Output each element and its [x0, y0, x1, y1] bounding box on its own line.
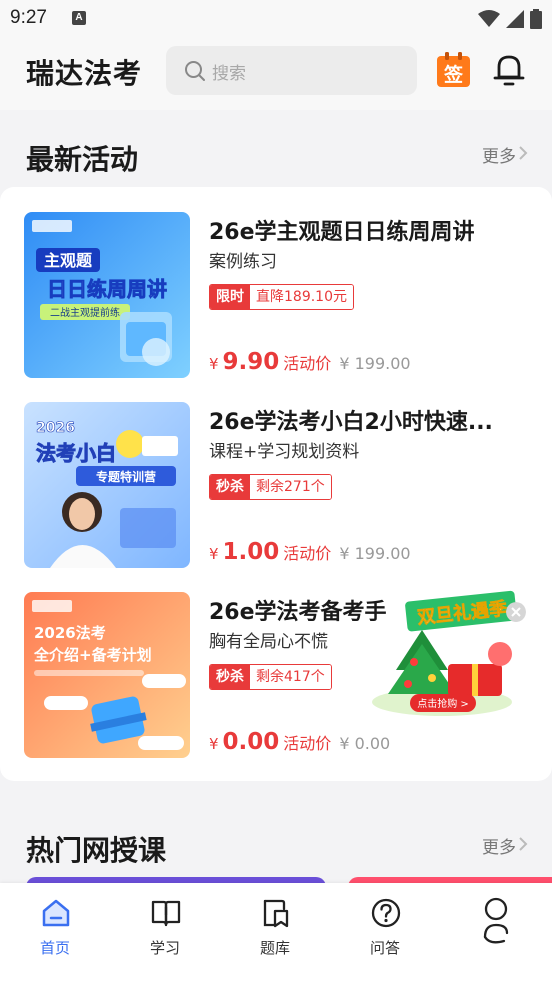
thumb-line2: 法考小白 [36, 441, 116, 465]
sign-label: 签 [443, 63, 464, 86]
tag-type: 限时 [210, 285, 250, 309]
tab-label: 问答 [369, 939, 400, 957]
activity-title: 26e学法考小白2小时快速... [209, 410, 493, 435]
promo-tag: 秒杀 剩余271个 [209, 474, 332, 500]
tag-detail: 剩余271个 [250, 475, 331, 499]
notification-icon: A [72, 11, 86, 25]
status-bar: 9:27 A [0, 0, 552, 36]
activity-price: 1.00 [222, 539, 280, 565]
thumb-line2: 全介绍+备考计划 [33, 646, 152, 664]
battery-icon [530, 9, 542, 29]
tab-qa[interactable]: 问答 [330, 883, 440, 973]
currency-symbol: ¥ [209, 545, 219, 563]
promo-tag: 限时 直降189.10元 [209, 284, 354, 310]
app-header: 瑞达法考 搜索 签 [0, 36, 552, 110]
close-icon[interactable] [506, 602, 526, 622]
activity-thumbnail: 2026法考 全介绍+备考计划 [24, 592, 190, 758]
tab-label: 学习 [149, 939, 180, 957]
price-label: 活动价 [283, 354, 332, 373]
tab-question-bank[interactable]: 题库 [220, 883, 330, 973]
tab-label: 题库 [259, 939, 290, 957]
original-price: ¥ 199.00 [339, 544, 411, 563]
search-placeholder: 搜索 [212, 64, 246, 84]
tag-detail: 剩余417个 [250, 665, 331, 689]
thumb-line1: 主观题 [44, 251, 93, 270]
sign-in-calendar-icon[interactable]: 签 [437, 52, 470, 87]
tag-detail: 直降189.10元 [250, 285, 353, 309]
activity-title: 26e学主观题日日练周周讲 [209, 220, 475, 245]
activity-item[interactable]: 主观题 日日练周周讲 二战主观提前练 26e学主观题日日练周周讲 案例练习 限时… [24, 212, 528, 378]
price-row: ¥ 1.00 活动价 ¥ 199.00 [209, 539, 411, 565]
tag-type: 秒杀 [210, 665, 250, 689]
activity-thumbnail: 主观题 日日练周周讲 二战主观提前练 [24, 212, 190, 378]
bell-icon[interactable] [493, 53, 525, 87]
home-icon [42, 899, 70, 927]
question-icon [371, 898, 401, 928]
tag-type: 秒杀 [210, 475, 250, 499]
price-row: ¥ 0.00 活动价 ¥ 0.00 [209, 729, 390, 755]
price-label: 活动价 [283, 734, 332, 753]
hot-section-title: 热门网授课 [26, 834, 167, 867]
thumb-line1: 2026法考 [34, 624, 106, 642]
tab-home[interactable]: 首页 [0, 883, 110, 973]
price-row: ¥ 9.90 活动价 ¥ 199.00 [209, 349, 411, 375]
latest-section-title: 最新活动 [26, 143, 139, 176]
bottom-tab-bar: 首页 学习 题库 问答 [0, 883, 552, 981]
activity-thumbnail: 2026 法考小白 专题特训营 [24, 402, 190, 568]
currency-symbol: ¥ [209, 735, 219, 753]
activity-subtitle: 胸有全局心不慌 [209, 632, 328, 652]
chevron-right-icon[interactable] [518, 145, 528, 161]
price-label: 活动价 [283, 544, 332, 563]
currency-symbol: ¥ [209, 355, 219, 373]
thumb-line2: 日日练周周讲 [47, 277, 167, 301]
status-icons [478, 9, 542, 29]
thumb-line1: 2026 [36, 420, 75, 436]
search-icon [185, 61, 205, 81]
hot-more-link[interactable]: 更多 [482, 833, 516, 858]
activity-subtitle: 课程+学习规划资料 [209, 442, 360, 462]
holiday-promo-float[interactable]: 双旦礼遇季 点击抢购 > [352, 590, 532, 720]
activity-item[interactable]: 2026 法考小白 专题特训营 26e学法考小白2小时快速... 课程+学习规划… [24, 402, 528, 568]
promo-tag: 秒杀 剩余417个 [209, 664, 332, 690]
search-input[interactable]: 搜索 [166, 46, 417, 95]
thumb-line3: 二战主观提前练 [50, 306, 120, 319]
latest-more-link[interactable]: 更多 [482, 142, 516, 167]
signal-icon [506, 10, 524, 28]
wifi-icon [478, 10, 500, 27]
promo-button: 点击抢购 > [417, 697, 469, 710]
tab-profile[interactable] [440, 883, 550, 973]
app-title: 瑞达法考 [26, 57, 143, 90]
thumb-line3: 专题特训营 [96, 469, 156, 484]
book-icon [151, 900, 181, 927]
bookmark-icon [263, 899, 289, 928]
original-price: ¥ 0.00 [339, 734, 391, 753]
original-price: ¥ 199.00 [339, 354, 411, 373]
profile-icon [483, 897, 509, 944]
activity-subtitle: 案例练习 [209, 252, 277, 272]
status-time: 9:27 [10, 7, 47, 28]
activity-price: 0.00 [222, 729, 280, 755]
chevron-right-icon[interactable] [518, 836, 528, 852]
tab-label: 首页 [39, 939, 70, 957]
activity-price: 9.90 [222, 349, 280, 375]
tab-study[interactable]: 学习 [110, 883, 220, 973]
